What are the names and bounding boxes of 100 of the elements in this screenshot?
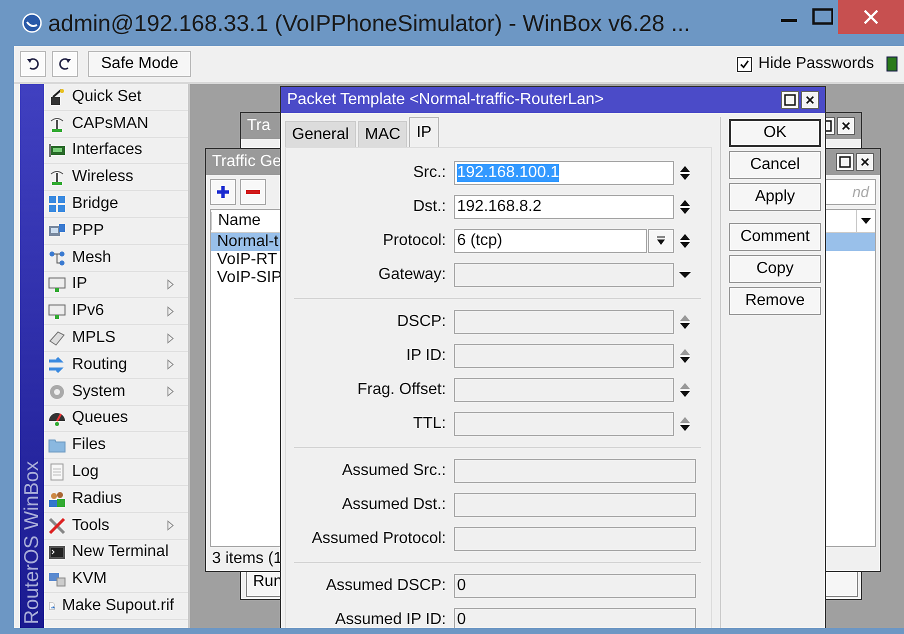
field-label: Gateway: bbox=[377, 266, 447, 284]
table-cell-text: Normal-t bbox=[216, 233, 278, 251]
menu-item-label: Mesh bbox=[72, 248, 112, 267]
maximize-icon bbox=[784, 94, 796, 106]
menu-item[interactable]: IPv6 bbox=[44, 298, 188, 326]
dialog-button[interactable]: Remove bbox=[729, 287, 821, 315]
field-label: Assumed IP ID: bbox=[334, 611, 447, 628]
submenu-arrow-icon bbox=[167, 306, 174, 317]
submenu-arrow-icon bbox=[167, 332, 174, 344]
tag-icon bbox=[48, 329, 66, 348]
tab[interactable]: MAC bbox=[358, 121, 408, 147]
maximize-button[interactable] bbox=[836, 153, 854, 171]
undo-button[interactable] bbox=[20, 51, 46, 77]
menu-item-label: Log bbox=[72, 463, 100, 482]
close-button[interactable] bbox=[856, 153, 874, 171]
field-value: 192.168.100.1 bbox=[457, 164, 560, 182]
menu-item[interactable]: Files bbox=[44, 432, 188, 460]
window-title: admin@192.168.33.1 (VoIPPhoneSimulator) - WinBox v6.28 ... bbox=[48, 10, 690, 36]
spinner-arrows-icon[interactable] bbox=[679, 232, 691, 250]
field-label: DSCP: bbox=[396, 313, 447, 331]
maximize-button[interactable] bbox=[781, 91, 799, 109]
dialog-button[interactable]: Apply bbox=[729, 183, 821, 211]
submenu-arrow-icon bbox=[167, 278, 174, 290]
spinner-arrows-icon[interactable] bbox=[679, 381, 691, 399]
menu-item-label: System bbox=[72, 382, 126, 401]
menu-item-label: New Terminal bbox=[72, 543, 170, 562]
menu-item-label: KVM bbox=[72, 570, 108, 588]
dialog-button[interactable]: Comment bbox=[729, 223, 821, 251]
redo-button[interactable] bbox=[52, 51, 78, 77]
menu-item-label: Quick Set bbox=[72, 88, 142, 106]
menu-item-label: Files bbox=[72, 436, 107, 454]
menu-item-label: PPP bbox=[72, 222, 106, 240]
menu-item[interactable]: Tools bbox=[44, 512, 188, 540]
menu-item[interactable]: New Terminal bbox=[44, 540, 188, 566]
document-icon bbox=[48, 463, 66, 482]
add-button[interactable] bbox=[210, 179, 236, 205]
field-value: 6 (tcp) bbox=[457, 232, 502, 250]
menu-item[interactable]: Quick Set bbox=[44, 84, 188, 111]
brand-text: RouterOS WinBox bbox=[20, 460, 44, 624]
close-button[interactable] bbox=[801, 91, 819, 109]
menu-item[interactable]: Routing bbox=[44, 352, 188, 379]
spinner-arrows-icon[interactable] bbox=[679, 415, 691, 433]
dropdown-button[interactable] bbox=[648, 229, 674, 253]
field-value: 0 bbox=[457, 611, 466, 628]
checkmark-icon bbox=[739, 58, 750, 70]
tab[interactable]: IP bbox=[409, 117, 439, 147]
terminal-icon bbox=[48, 543, 66, 562]
safe-mode-button[interactable]: Safe Mode bbox=[88, 51, 192, 77]
menu-item-label: Queues bbox=[72, 409, 130, 428]
input-field[interactable]: 6 (tcp) bbox=[454, 229, 647, 253]
field-label: TTL: bbox=[412, 415, 447, 433]
tab[interactable]: General bbox=[285, 121, 356, 147]
spinner-arrows-icon[interactable] bbox=[679, 313, 691, 331]
menu-item[interactable]: IP bbox=[44, 272, 188, 298]
menu-item[interactable]: KVM bbox=[44, 566, 188, 594]
menu-item[interactable]: Log bbox=[44, 459, 188, 486]
dialog-button[interactable]: Copy bbox=[729, 255, 821, 283]
close-button[interactable] bbox=[837, 117, 855, 135]
menu-item-label: Make Supout.rif bbox=[62, 597, 174, 616]
menu-item-label: Bridge bbox=[72, 195, 120, 214]
menu-item-label: IP bbox=[72, 275, 88, 294]
menu-item[interactable]: PPP bbox=[44, 218, 188, 245]
menu-item[interactable]: Radius bbox=[44, 486, 188, 513]
close-icon bbox=[862, 8, 880, 26]
app-logo-icon bbox=[22, 13, 42, 33]
field-label: Assumed Protocol: bbox=[310, 530, 447, 548]
field-label: IP ID: bbox=[405, 347, 447, 365]
column-header[interactable]: Name bbox=[211, 212, 261, 230]
submenu-arrow-icon bbox=[167, 359, 174, 370]
dropdown-arrow-icon[interactable] bbox=[679, 271, 691, 279]
checkbox[interactable] bbox=[737, 56, 752, 72]
field-label: Dst.: bbox=[412, 198, 447, 216]
close-icon bbox=[841, 121, 851, 131]
menu-item[interactable]: System bbox=[44, 378, 188, 406]
minus-icon bbox=[246, 189, 260, 195]
menu-item[interactable]: MPLS bbox=[44, 325, 188, 352]
input-field[interactable]: 192.168.8.2 bbox=[454, 195, 674, 219]
menu-item-label: Routing bbox=[72, 356, 128, 374]
close-icon bbox=[805, 95, 815, 105]
dialog-button[interactable]: OK bbox=[729, 119, 821, 147]
undo-icon bbox=[26, 57, 40, 71]
antenna-icon bbox=[48, 168, 66, 186]
menu-item-label: Radius bbox=[72, 490, 123, 508]
remove-button[interactable] bbox=[240, 179, 266, 205]
menu-item[interactable]: Bridge bbox=[44, 191, 188, 218]
maximize-icon bbox=[810, 7, 832, 27]
status-text: 3 items (1 bbox=[212, 550, 282, 568]
spinner-arrows-icon[interactable] bbox=[679, 198, 691, 216]
network-card-icon bbox=[48, 141, 66, 160]
spinner-arrows-icon[interactable] bbox=[679, 347, 691, 365]
nodes-icon bbox=[48, 248, 66, 267]
dialog-button[interactable]: Cancel bbox=[729, 151, 821, 179]
menu-item-label: IPv6 bbox=[72, 302, 106, 320]
spinner-arrows-icon[interactable] bbox=[679, 164, 691, 182]
menu-item[interactable]: Queues bbox=[44, 406, 188, 432]
menu-item-label: Wireless bbox=[72, 168, 134, 186]
submenu-arrow-icon bbox=[167, 386, 174, 398]
field-label: Assumed DSCP: bbox=[324, 577, 447, 595]
field-label: Assumed Src.: bbox=[340, 462, 447, 480]
menu-item[interactable]: Interfaces bbox=[44, 138, 188, 164]
